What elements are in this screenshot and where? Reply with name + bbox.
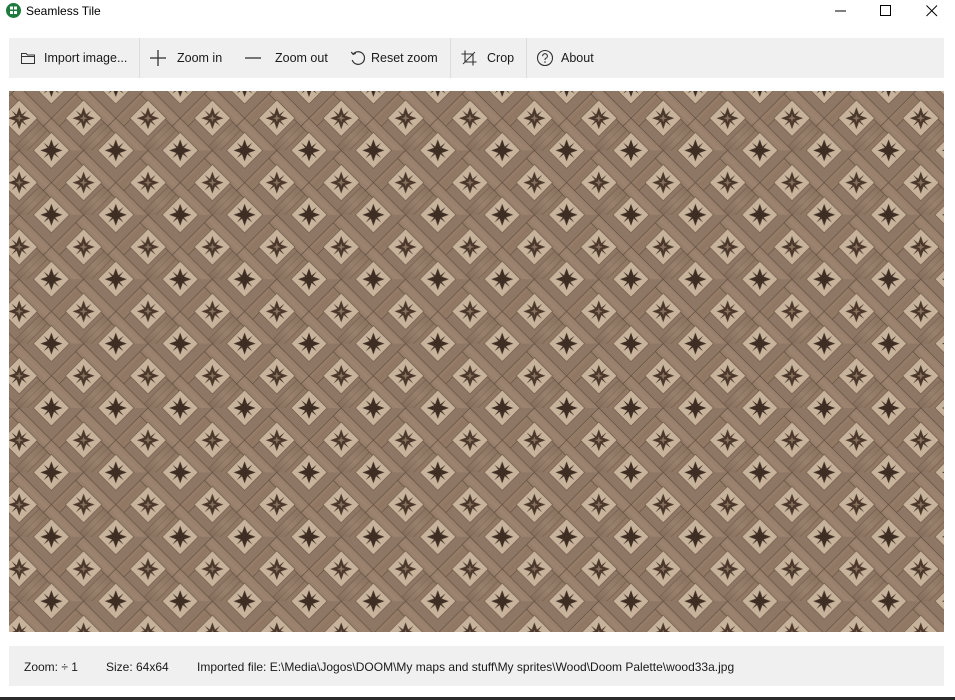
question-circle-icon: [536, 49, 554, 67]
minus-icon: [244, 49, 262, 67]
plus-icon: [149, 49, 167, 67]
tiled-image-preview: [9, 91, 944, 632]
toolbar-separator: [450, 38, 451, 78]
status-bar: Zoom: ÷ 1 Size: 64x64 Imported file: E:\…: [9, 646, 944, 686]
window-title: Seamless Tile: [26, 4, 101, 18]
close-button[interactable]: [909, 0, 955, 22]
tile-preview-canvas[interactable]: [9, 91, 944, 632]
zoom-out-label: Zoom out: [275, 51, 328, 65]
zoom-status: Zoom: ÷ 1: [24, 660, 78, 674]
import-image-label: Import image...: [44, 51, 128, 65]
size-status: Size: 64x64: [106, 660, 169, 674]
zoom-in-button[interactable]: Zoom in: [149, 38, 222, 78]
about-button[interactable]: About: [536, 38, 594, 78]
zoom-in-label: Zoom in: [177, 51, 223, 65]
zoom-out-button[interactable]: Zoom out: [244, 38, 328, 78]
imported-file-status: Imported file: E:\Media\Jogos\DOOM\My ma…: [197, 660, 735, 674]
maximize-button[interactable]: [863, 0, 909, 22]
close-icon: [926, 5, 938, 17]
undo-arrow-icon: [349, 49, 367, 67]
about-label: About: [561, 51, 594, 65]
reset-zoom-button[interactable]: Reset zoom: [349, 38, 438, 78]
import-image-button[interactable]: Import image...: [19, 38, 127, 78]
reset-zoom-label: Reset zoom: [371, 51, 438, 65]
crop-icon: [460, 49, 478, 67]
crop-label: Crop: [487, 51, 515, 65]
minimize-button[interactable]: [818, 0, 864, 22]
crop-button[interactable]: Crop: [460, 38, 514, 78]
title-bar: Seamless Tile: [0, 0, 955, 22]
toolbar-separator: [139, 38, 140, 78]
folder-icon: [19, 49, 37, 67]
maximize-icon: [880, 5, 891, 16]
seamless-tile-app-icon: [6, 3, 21, 18]
toolbar-separator: [526, 38, 527, 78]
toolbar: Import image... Zoom in Zoom out Reset z…: [9, 38, 944, 78]
minimize-icon: [835, 10, 846, 12]
